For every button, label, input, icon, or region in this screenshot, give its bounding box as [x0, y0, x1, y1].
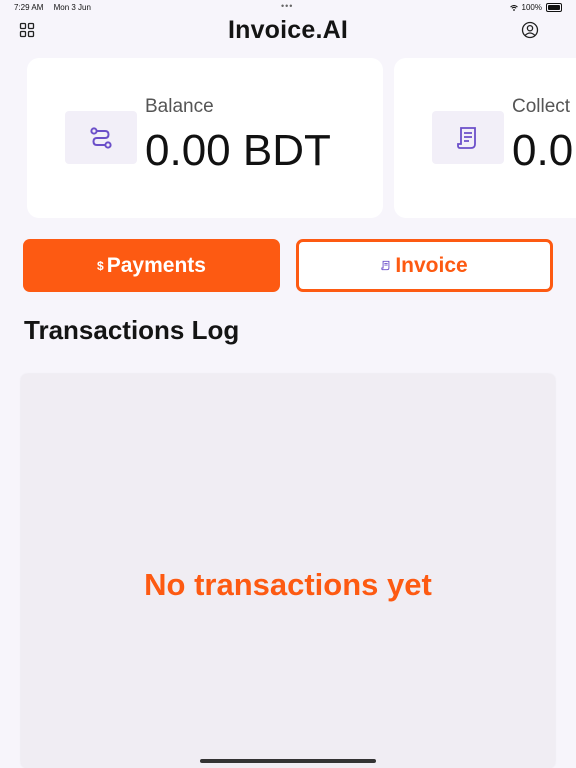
user-circle-icon[interactable]	[521, 21, 539, 39]
empty-state-message: No transactions yet	[144, 567, 432, 602]
multitasking-dots[interactable]: •••	[281, 1, 293, 11]
transactions-log-panel: No transactions yet	[21, 374, 555, 768]
card-icon-box	[432, 111, 504, 164]
status-time: 7:29 AM	[14, 3, 44, 12]
route-icon	[90, 126, 112, 149]
collect-label: Collect	[512, 96, 571, 117]
balance-label: Balance	[145, 96, 214, 117]
invoice-button[interactable]: Invoice	[296, 239, 553, 292]
receipt-icon	[457, 126, 476, 149]
battery-icon	[546, 3, 562, 12]
card-icon-box	[65, 111, 137, 164]
dollar-icon: $	[97, 258, 104, 273]
payments-button[interactable]: $ Payments	[23, 239, 280, 292]
balance-card[interactable]: Balance 0.00 BDT	[27, 58, 383, 218]
status-bar: 7:29 AM Mon 3 Jun ••• 100%	[0, 0, 576, 14]
receipt-icon	[381, 260, 390, 271]
status-right: 100%	[509, 3, 562, 12]
status-left: 7:29 AM Mon 3 Jun	[14, 3, 99, 12]
payments-label: Payments	[106, 253, 206, 277]
invoice-label: Invoice	[395, 253, 468, 277]
app-title: Invoice.AI	[227, 16, 349, 44]
collect-card[interactable]: Collect 0.0	[394, 58, 576, 218]
summary-cards[interactable]: Balance 0.00 BDT Collect 0.0	[0, 58, 576, 218]
app-header: Invoice.AI	[0, 14, 576, 46]
wifi-icon	[509, 4, 518, 11]
balance-value: 0.00 BDT	[145, 126, 331, 175]
transactions-title: Transactions Log	[24, 315, 240, 345]
battery-percent: 100%	[521, 3, 542, 12]
collect-value: 0.0	[512, 126, 574, 175]
status-date: Mon 3 Jun	[53, 3, 91, 12]
home-indicator[interactable]	[200, 759, 376, 763]
